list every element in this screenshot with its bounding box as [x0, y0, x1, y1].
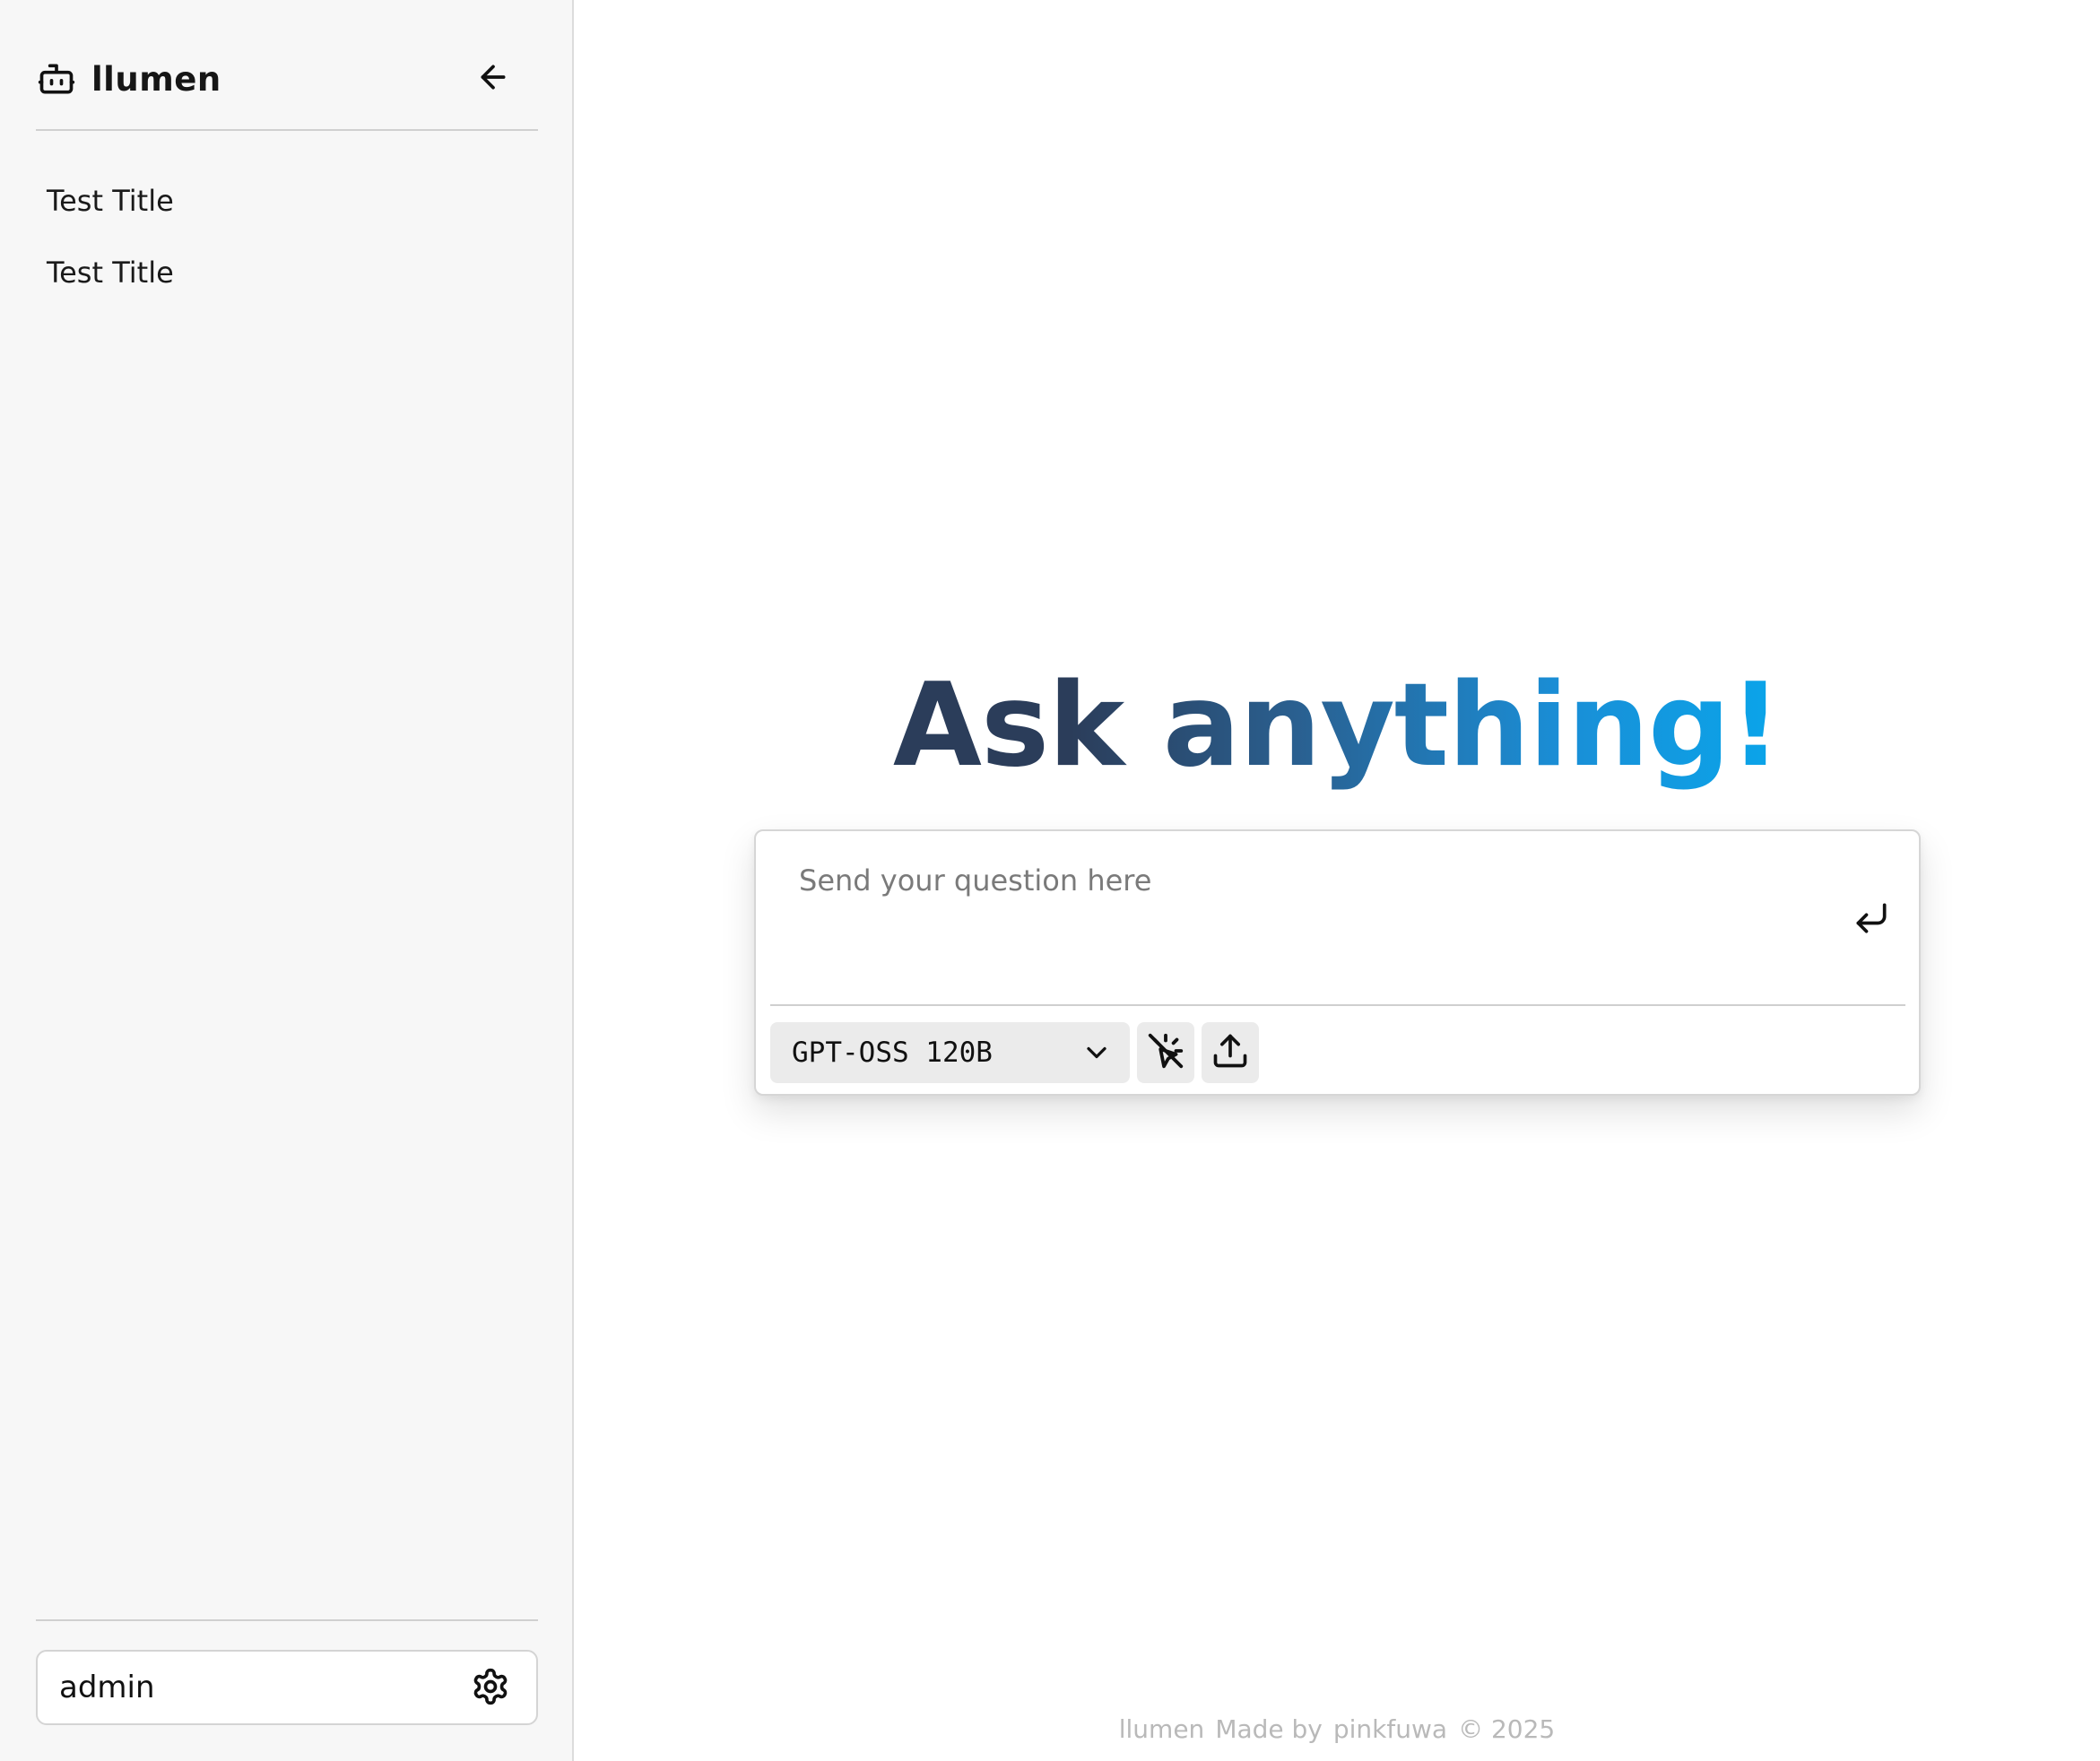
footer-made-by: Made by — [1215, 1714, 1323, 1744]
settings-button[interactable] — [468, 1666, 513, 1711]
chat-history-list: Test Title Test Title — [36, 176, 538, 319]
collapse-sidebar-button[interactable] — [471, 56, 516, 101]
upload-button[interactable] — [1202, 1022, 1259, 1083]
hero-title: Ask anything! — [574, 659, 2100, 794]
message-composer: GPT-OSS 120B — [754, 829, 1921, 1096]
footer-copyright: © 2025 — [1458, 1714, 1556, 1744]
main-area: Ask anything! GPT-OSS 120B — [574, 0, 2100, 1761]
brand-name: llumen — [91, 59, 221, 99]
composer-toolbar: GPT-OSS 120B — [770, 1021, 1259, 1084]
arrow-left-icon — [475, 59, 511, 99]
sidebar: llumen Test Title Test Title admin — [0, 0, 574, 1761]
sidebar-header: llumen — [36, 49, 538, 108]
search-off-icon — [1145, 1030, 1186, 1075]
question-input[interactable] — [776, 849, 1816, 984]
footer: llumen Made by pinkfuwa © 2025 — [574, 1714, 2100, 1744]
footer-author[interactable]: pinkfuwa — [1333, 1714, 1447, 1744]
sidebar-divider — [36, 1619, 538, 1621]
hero-title-text: Ask anything! — [892, 659, 1782, 793]
chat-history-item[interactable]: Test Title — [36, 176, 538, 226]
model-select-value: GPT-OSS 120B — [792, 1037, 993, 1069]
composer-divider — [770, 1004, 1905, 1006]
user-menu[interactable]: admin — [36, 1650, 538, 1725]
search-toggle-button[interactable] — [1137, 1022, 1194, 1083]
footer-brand[interactable]: llumen — [1119, 1714, 1205, 1744]
app-root: llumen Test Title Test Title admin Ask a… — [0, 0, 2100, 1761]
user-name: admin — [59, 1670, 155, 1705]
model-select[interactable]: GPT-OSS 120B — [770, 1022, 1130, 1083]
gear-icon — [471, 1667, 510, 1710]
robot-icon — [36, 58, 77, 100]
chevron-down-icon — [1076, 1032, 1117, 1073]
upload-icon — [1211, 1031, 1250, 1074]
enter-return-icon — [1852, 898, 1891, 941]
send-button[interactable] — [1847, 896, 1896, 944]
sidebar-divider — [36, 129, 538, 131]
chat-history-item[interactable]: Test Title — [36, 247, 538, 298]
